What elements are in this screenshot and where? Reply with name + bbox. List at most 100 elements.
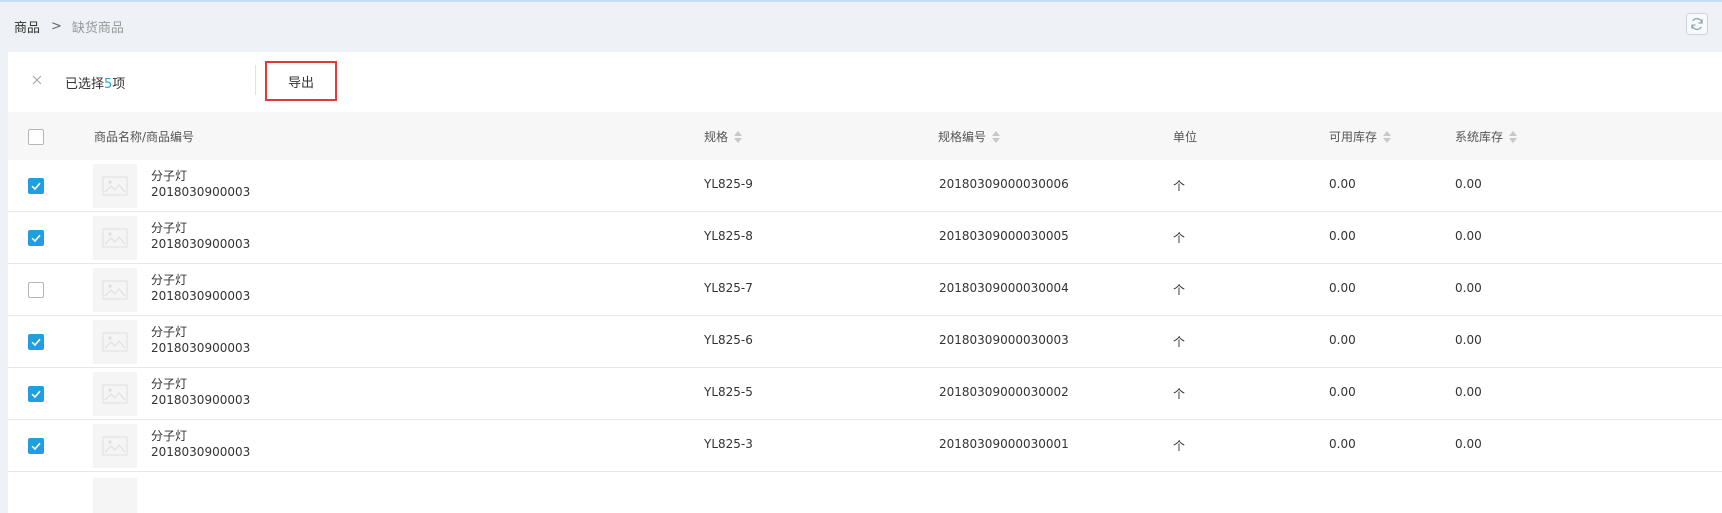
- spec-code-cell: 20180309000030006: [939, 177, 1069, 191]
- column-header-spec-label: 规格: [704, 130, 729, 144]
- column-header-name-label: 商品名称/商品编号: [94, 130, 195, 144]
- sort-icon: [992, 130, 1001, 143]
- selection-prefix: 已选择: [65, 77, 105, 92]
- export-button[interactable]: 导出: [265, 61, 337, 101]
- product-code: 2018030900003: [151, 341, 251, 355]
- available-stock-cell: 0.00: [1329, 281, 1356, 295]
- unit-cell: 个: [1173, 231, 1186, 245]
- row-checkbox[interactable]: [28, 178, 44, 194]
- select-all-checkbox[interactable]: [28, 129, 44, 145]
- spec-code-cell: 20180309000030001: [939, 437, 1069, 451]
- sort-icon: [1509, 130, 1518, 143]
- unit-cell: 个: [1173, 335, 1186, 349]
- check-icon: [31, 234, 41, 243]
- table-row[interactable]: 分子灯 2018030900003 YL825-6 20180309000030…: [8, 316, 1722, 368]
- spec-code-cell: 20180309000030002: [939, 385, 1069, 399]
- column-header-unit: 单位: [1173, 128, 1197, 145]
- product-name: 分子灯: [151, 325, 188, 339]
- image-placeholder-icon: [102, 436, 128, 456]
- spec-cell: YL825-7: [704, 281, 753, 295]
- spec-code-cell: 20180309000030005: [939, 229, 1069, 243]
- available-stock-cell: 0.00: [1329, 177, 1356, 191]
- product-thumbnail: [93, 372, 137, 416]
- column-header-available-stock-label: 可用库存: [1329, 130, 1378, 144]
- system-stock-cell: 0.00: [1455, 177, 1482, 191]
- bulk-toolbar: 已选择5项 导出: [8, 52, 1722, 112]
- product-code: 2018030900003: [151, 237, 251, 251]
- goods-panel: 已选择5项 导出 商品名称/商品编号 规格 规格编号 单位 可用库存 系统库存 …: [8, 52, 1722, 513]
- table-row[interactable]: 分子灯 2018030900003 YL825-5 20180309000030…: [8, 368, 1722, 420]
- available-stock-cell: 0.00: [1329, 229, 1356, 243]
- system-stock-cell: 0.00: [1455, 437, 1482, 451]
- check-icon: [31, 390, 41, 399]
- refresh-icon: [1691, 18, 1703, 30]
- product-thumbnail: [93, 478, 137, 513]
- sort-icon: [1383, 130, 1392, 143]
- table-row[interactable]: 分子灯 2018030900003 YL825-7 20180309000030…: [8, 264, 1722, 316]
- system-stock-cell: 0.00: [1455, 385, 1482, 399]
- column-header-spec-code[interactable]: 规格编号: [938, 128, 1001, 145]
- available-stock-cell: 0.00: [1329, 437, 1356, 451]
- table-header: 商品名称/商品编号 规格 规格编号 单位 可用库存 系统库存: [8, 112, 1722, 162]
- row-checkbox[interactable]: [28, 334, 44, 350]
- clear-selection-button[interactable]: [30, 73, 44, 87]
- product-code: 2018030900003: [151, 393, 251, 407]
- spec-cell: YL825-8: [704, 229, 753, 243]
- product-thumbnail: [93, 268, 137, 312]
- check-icon: [31, 182, 41, 191]
- product-code: 2018030900003: [151, 445, 251, 459]
- product-thumbnail: [93, 424, 137, 468]
- image-placeholder-icon: [102, 176, 128, 196]
- unit-cell: 个: [1173, 439, 1186, 453]
- breadcrumb-separator: >: [51, 18, 62, 34]
- unit-cell: 个: [1173, 283, 1186, 297]
- check-icon: [31, 338, 41, 347]
- column-header-available-stock[interactable]: 可用库存: [1329, 128, 1392, 145]
- sort-icon: [734, 130, 743, 143]
- image-placeholder-icon: [102, 280, 128, 300]
- spec-cell: YL825-5: [704, 385, 753, 399]
- breadcrumb-root[interactable]: 商品: [14, 17, 40, 36]
- available-stock-cell: 0.00: [1329, 385, 1356, 399]
- table-row[interactable]: 分子灯 2018030900003 YL825-3 20180309000030…: [8, 420, 1722, 472]
- product-name: 分子灯: [151, 273, 188, 287]
- table-row[interactable]: 分子灯 2018030900003 YL825-9 20180309000030…: [8, 160, 1722, 212]
- selection-suffix: 项: [112, 77, 126, 92]
- available-stock-cell: 0.00: [1329, 333, 1356, 347]
- unit-cell: 个: [1173, 179, 1186, 193]
- row-checkbox[interactable]: [28, 282, 44, 298]
- row-checkbox[interactable]: [28, 230, 44, 246]
- spec-cell: YL825-3: [704, 437, 753, 451]
- spec-cell: YL825-6: [704, 333, 753, 347]
- breadcrumb-current: 缺货商品: [71, 20, 124, 36]
- unit-cell: 个: [1173, 387, 1186, 401]
- product-code: 2018030900003: [151, 185, 251, 199]
- spec-code-cell: 20180309000030004: [939, 281, 1069, 295]
- table-row[interactable]: 分子灯 2018030900003 YL825-8 20180309000030…: [8, 212, 1722, 264]
- image-placeholder-icon: [102, 332, 128, 352]
- system-stock-cell: 0.00: [1455, 333, 1482, 347]
- product-name: 分子灯: [151, 169, 188, 183]
- column-header-system-stock-label: 系统库存: [1455, 130, 1504, 144]
- product-thumbnail: [93, 216, 137, 260]
- close-icon: [32, 75, 42, 85]
- system-stock-cell: 0.00: [1455, 281, 1482, 295]
- system-stock-cell: 0.00: [1455, 229, 1482, 243]
- product-name: 分子灯: [151, 377, 188, 391]
- product-thumbnail: [93, 320, 137, 364]
- selection-summary: 已选择5项: [65, 73, 125, 92]
- row-checkbox[interactable]: [28, 386, 44, 402]
- product-name: 分子灯: [151, 429, 188, 443]
- spec-code-cell: 20180309000030003: [939, 333, 1069, 347]
- column-header-spec[interactable]: 规格: [704, 128, 743, 145]
- breadcrumb: 商品 > 缺货商品: [14, 17, 124, 36]
- column-header-unit-label: 单位: [1173, 130, 1198, 144]
- top-border: [0, 0, 1722, 2]
- image-placeholder-icon: [102, 228, 128, 248]
- check-icon: [31, 442, 41, 451]
- table-row-partial: [8, 472, 1722, 513]
- column-header-system-stock[interactable]: 系统库存: [1455, 128, 1518, 145]
- refresh-button[interactable]: [1686, 13, 1708, 35]
- row-checkbox[interactable]: [28, 438, 44, 454]
- toolbar-divider: [255, 65, 256, 95]
